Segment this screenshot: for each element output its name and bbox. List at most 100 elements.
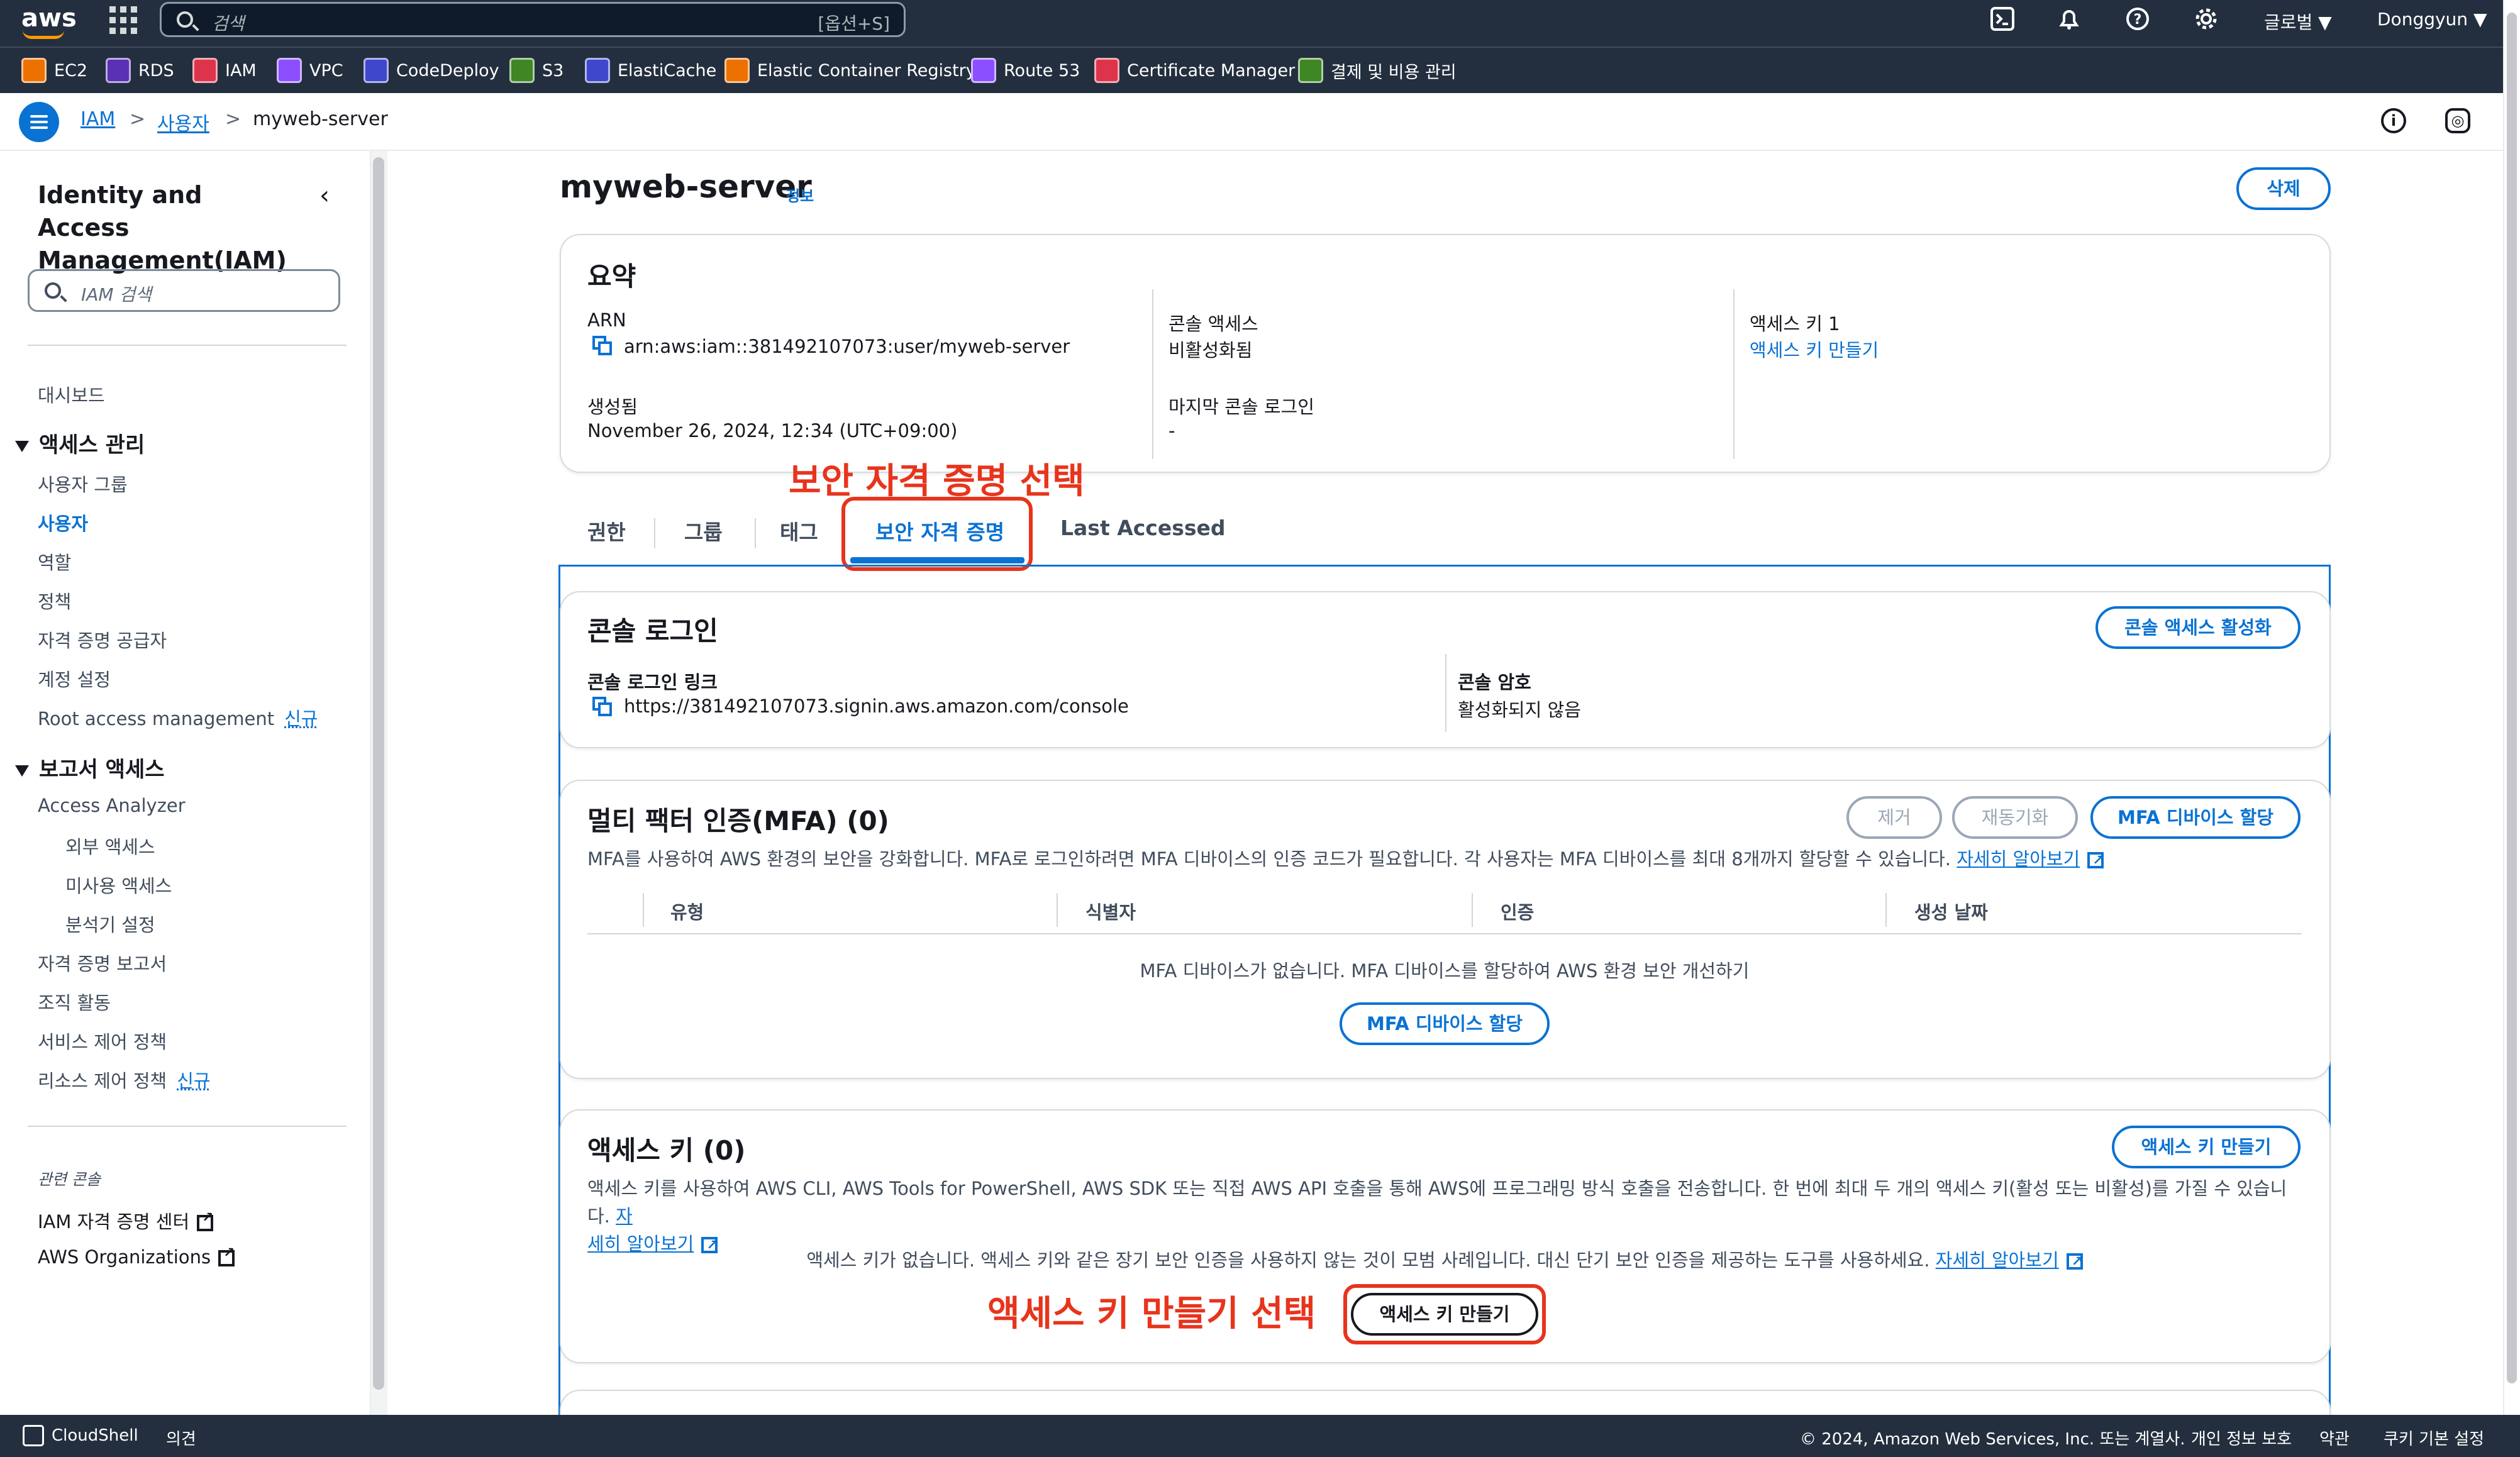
sidebar-item-root-access[interactable]: Root access management 신규: [38, 704, 318, 731]
last-login-value: -: [1168, 420, 1175, 441]
codedeploy-icon: [364, 58, 389, 83]
breadcrumb-users[interactable]: 사용자: [157, 108, 209, 136]
mfa-column-type[interactable]: 유형: [670, 898, 704, 924]
tab-permissions[interactable]: 권한: [587, 516, 626, 546]
divider: [1152, 289, 1153, 459]
create-access-key-button[interactable]: 액세스 키 만들기: [2112, 1126, 2301, 1168]
fav-billing[interactable]: 결제 및 비용 관리: [1298, 58, 1457, 83]
fav-acm[interactable]: Certificate Manager: [1094, 58, 1295, 83]
info-link[interactable]: 정보: [786, 184, 814, 206]
footer-cookies[interactable]: 쿠키 기본 설정: [2384, 1426, 2484, 1449]
tab-groups[interactable]: 그룹: [684, 516, 723, 546]
external-link-icon: [218, 1245, 235, 1266]
assign-mfa-button[interactable]: MFA 디바이스 할당: [2090, 796, 2301, 839]
mfa-learn-more-link[interactable]: 자세히 알아보기: [1957, 848, 2080, 870]
sidebar-link-organizations[interactable]: AWS Organizations: [38, 1245, 235, 1268]
sidebar-item-roles[interactable]: 역할: [38, 548, 71, 575]
delete-button[interactable]: 삭제: [2236, 167, 2331, 210]
sidebar-link-identity-center[interactable]: IAM 자격 증명 센터: [38, 1207, 214, 1234]
sidebar-item-dashboard[interactable]: 대시보드: [38, 381, 105, 407]
mfa-column-identifier[interactable]: 식별자: [1085, 898, 1136, 924]
sidebar-item-unused-access[interactable]: 미사용 액세스: [65, 872, 172, 898]
fav-label: RDS: [138, 60, 174, 80]
create-access-key-link[interactable]: 액세스 키 만들기: [1750, 336, 1879, 362]
fav-route53[interactable]: Route 53: [971, 58, 1080, 83]
s3-icon: [509, 58, 535, 83]
sidebar-item-access-analyzer[interactable]: Access Analyzer: [38, 795, 186, 816]
cloudshell-icon[interactable]: [1989, 6, 2016, 34]
sidebar-section-access-reports[interactable]: 보고서 액세스: [15, 752, 165, 783]
help-icon[interactable]: ?: [2124, 6, 2151, 34]
gear-icon[interactable]: [2192, 6, 2220, 34]
sidebar-item-org-activity[interactable]: 조직 활동: [38, 989, 111, 1015]
search-icon: [177, 11, 193, 28]
preferences-icon[interactable]: ◎: [2445, 108, 2470, 133]
sidebar-item-credential-report[interactable]: 자격 증명 보고서: [38, 950, 167, 976]
mfa-column-created[interactable]: 생성 날짜: [1914, 898, 1988, 924]
collapse-sidebar-icon[interactable]: ‹: [319, 181, 330, 210]
account-menu[interactable]: Donggyun ▼: [2377, 9, 2487, 30]
sidebar-item-analyzer-settings[interactable]: 분석기 설정: [65, 911, 155, 937]
console-access-label: 콘솔 액세스: [1168, 313, 1258, 335]
access-keys-learn-more-link-a[interactable]: 자: [616, 1205, 633, 1227]
footer-feedback[interactable]: 의견: [166, 1426, 196, 1449]
divider: [28, 1126, 347, 1127]
fav-elasticache[interactable]: ElastiCache: [585, 58, 716, 83]
enable-console-access-button[interactable]: 콘솔 액세스 활성화: [2095, 606, 2301, 649]
bell-icon[interactable]: [2055, 6, 2083, 34]
breadcrumb-iam[interactable]: IAM: [80, 108, 115, 130]
access-keys-heading: 액세스 키 (0): [587, 1135, 746, 1166]
services-grid-icon[interactable]: [109, 6, 137, 34]
page-scrollbar-thumb[interactable]: [2507, 13, 2517, 1383]
fav-ec2[interactable]: EC2: [21, 58, 87, 83]
fav-ecr[interactable]: Elastic Container Registry: [724, 58, 976, 83]
iam-search-input[interactable]: IAM 검색: [28, 269, 340, 312]
sidebar-item-rcp[interactable]: 리소스 제어 정책 신규: [38, 1066, 211, 1093]
fav-label: CodeDeploy: [396, 60, 499, 80]
mfa-column-certification[interactable]: 인증: [1501, 898, 1534, 924]
info-icon[interactable]: i: [2381, 108, 2406, 133]
sidebar-item-user-groups[interactable]: 사용자 그룹: [38, 470, 128, 497]
console-password-value: 활성화되지 않음: [1458, 699, 1581, 721]
sidebar-item-scp[interactable]: 서비스 제어 정책: [38, 1028, 167, 1054]
footer-terms[interactable]: 약관: [2319, 1426, 2350, 1449]
sidebar-item-account-settings[interactable]: 계정 설정: [38, 665, 111, 692]
favorites-bar: EC2 RDS IAM VPC CodeDeploy S3 ElastiCach…: [0, 47, 2520, 93]
fav-s3[interactable]: S3: [509, 58, 563, 83]
aws-logo[interactable]: aws: [21, 4, 77, 39]
sidebar-item-external-access[interactable]: 외부 액세스: [65, 833, 155, 859]
copy-icon[interactable]: [592, 336, 614, 357]
mfa-remove-button[interactable]: 제거: [1846, 796, 1942, 839]
sidebar-section-access-management[interactable]: 액세스 관리: [15, 428, 145, 458]
region-selector[interactable]: 글로벌 ▼: [2264, 9, 2332, 34]
mfa-resync-button[interactable]: 재동기화: [1952, 796, 2078, 839]
top-navigation: aws 검색 [옵션+S] ? 글로벌 ▼ Donggyun ▼: [0, 0, 2520, 47]
access-keys-empty-learn-more[interactable]: 자세히 알아보기: [1936, 1249, 2059, 1271]
fav-vpc[interactable]: VPC: [277, 58, 343, 83]
fav-codedeploy[interactable]: CodeDeploy: [364, 58, 499, 83]
sidebar-scrollbar-thumb[interactable]: [373, 157, 384, 1390]
footer-privacy[interactable]: 개인 정보 보호: [2191, 1426, 2292, 1449]
annotation-box-tab: [841, 497, 1033, 571]
cloudshell-icon[interactable]: [23, 1425, 44, 1446]
menu-icon[interactable]: [19, 102, 59, 142]
footer-cloudshell[interactable]: CloudShell: [52, 1426, 138, 1445]
tab-tags[interactable]: 태그: [780, 516, 818, 546]
console-password-label: 콘솔 암호: [1458, 672, 1531, 693]
sidebar-item-users[interactable]: 사용자: [38, 509, 88, 536]
iam-icon: [192, 58, 218, 83]
mfa-empty-assign-button[interactable]: MFA 디바이스 할당: [1340, 1002, 1550, 1045]
mfa-description: MFA를 사용하여 AWS 환경의 보안을 강화합니다. MFA로 로그인하려면…: [587, 845, 2323, 875]
copy-icon[interactable]: [592, 697, 614, 718]
access-keys-empty: 액세스 키가 없습니다. 액세스 키와 같은 장기 보안 인증을 사용하지 않는…: [587, 1246, 2302, 1276]
svg-text:?: ?: [2134, 12, 2142, 28]
sidebar-item-identity-providers[interactable]: 자격 증명 공급자: [38, 626, 167, 653]
sidebar-item-policies[interactable]: 정책: [38, 587, 71, 614]
fav-iam[interactable]: IAM: [192, 58, 257, 83]
mfa-description-text: MFA를 사용하여 AWS 환경의 보안을 강화합니다. MFA로 로그인하려면…: [587, 848, 1951, 870]
global-search-input[interactable]: 검색 [옵션+S]: [160, 2, 906, 37]
column-divider: [1472, 893, 1473, 927]
fav-rds[interactable]: RDS: [106, 58, 174, 83]
tab-last-accessed[interactable]: Last Accessed: [1060, 516, 1226, 540]
section-label: 액세스 관리: [39, 433, 145, 458]
